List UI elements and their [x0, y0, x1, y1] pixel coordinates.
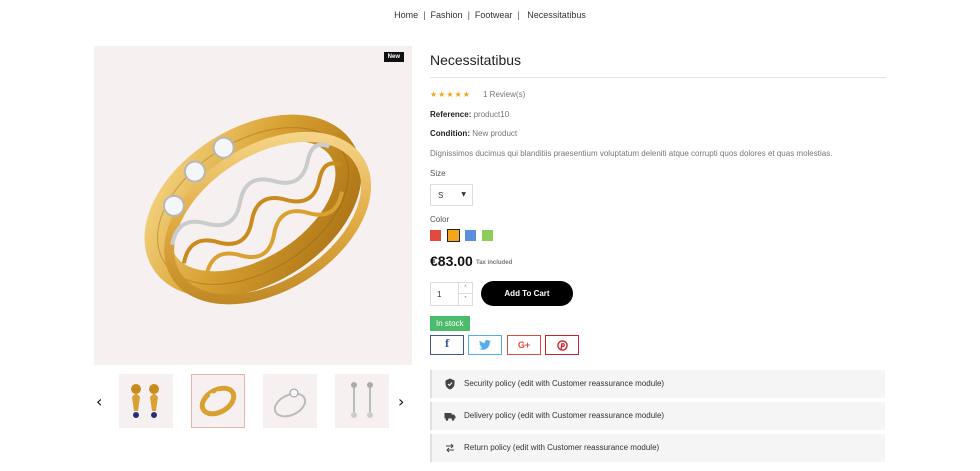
breadcrumb-separator: |	[423, 10, 426, 20]
color-label: Color	[430, 215, 450, 224]
chevron-left-icon[interactable]: ‹	[96, 392, 102, 411]
reassurance-text: Delivery policy (edit with Customer reas…	[464, 411, 665, 420]
reference-label: Reference:	[430, 110, 472, 119]
breadcrumb: Home | Fashion | Footwear | Necessitatibus	[0, 10, 980, 20]
earrings-icon	[351, 382, 373, 418]
breadcrumb-current: Necessitatibus	[527, 10, 586, 20]
color-swatch-red[interactable]	[430, 230, 441, 241]
pinterest-icon	[556, 340, 568, 351]
new-badge: New	[383, 52, 404, 62]
truck-icon	[444, 413, 456, 421]
review-count[interactable]: 1 Review(s)	[483, 90, 525, 99]
twitter-icon	[479, 340, 491, 350]
reassurance-text: Return policy (edit with Customer reassu…	[464, 443, 660, 452]
size-select[interactable]: S ▼	[430, 184, 473, 206]
googleplus-share-button[interactable]: G+	[507, 335, 541, 355]
product-description: Dignissimos ducimus qui blanditiis praes…	[430, 149, 833, 158]
reassurance-delivery: Delivery policy (edit with Customer reas…	[430, 402, 885, 430]
rating-stars: ★★★★★	[430, 90, 471, 99]
facebook-share-button[interactable]: f	[430, 335, 464, 355]
add-to-cart-button[interactable]: Add To Cart	[481, 281, 573, 306]
shield-icon	[445, 378, 455, 390]
quantity-stepper[interactable]: 1 ˄ ˅	[430, 282, 473, 306]
gold-ring-thumbnail[interactable]	[191, 374, 245, 428]
main-product-image[interactable]: New	[94, 46, 412, 365]
ring-icon	[273, 388, 307, 418]
ring-icon	[199, 385, 237, 417]
stock-badge: In stock	[430, 316, 470, 331]
gold-ring-image	[144, 114, 372, 305]
earrings-icon	[131, 384, 159, 418]
breadcrumb-footwear[interactable]: Footwear	[475, 10, 513, 20]
quantity-value[interactable]: 1	[437, 290, 441, 299]
reference-value: product10	[473, 110, 510, 119]
breadcrumb-separator: |	[517, 10, 520, 20]
reassurance-return: Return policy (edit with Customer reassu…	[430, 434, 885, 462]
caret-down-icon: ▼	[461, 191, 466, 198]
quantity-spinner: ˄ ˅	[458, 283, 472, 305]
earrings-thumbnail[interactable]	[119, 374, 173, 428]
pinterest-share-button[interactable]	[545, 335, 579, 355]
product-condition: Condition: New product	[430, 129, 517, 138]
reassurance-security: Security policy (edit with Customer reas…	[430, 370, 885, 398]
product-price: €83.00	[430, 253, 473, 269]
size-label: Size	[430, 169, 446, 178]
condition-label: Condition:	[430, 129, 470, 138]
chevron-down-icon[interactable]: ˅	[459, 294, 472, 305]
breadcrumb-fashion[interactable]: Fashion	[431, 10, 463, 20]
color-swatch-blue[interactable]	[465, 230, 476, 241]
drop-earrings-thumbnail[interactable]	[335, 374, 389, 428]
twitter-share-button[interactable]	[468, 335, 502, 355]
chevron-right-icon[interactable]: ›	[398, 392, 404, 411]
title-divider	[430, 77, 886, 78]
size-value: S	[438, 191, 444, 200]
arrows-icon	[446, 443, 454, 453]
silver-ring-thumbnail[interactable]	[263, 374, 317, 428]
chevron-up-icon[interactable]: ˄	[459, 283, 472, 294]
tax-label: Tax included	[476, 260, 513, 266]
product-title: Necessitatibus	[430, 52, 522, 68]
reassurance-text: Security policy (edit with Customer reas…	[464, 379, 665, 388]
color-swatch-orange[interactable]	[447, 229, 460, 242]
thumbnail-carousel: ‹ ›	[94, 374, 412, 430]
breadcrumb-separator: |	[467, 10, 470, 20]
breadcrumb-home[interactable]: Home	[394, 10, 418, 20]
product-reference: Reference: product10	[430, 110, 509, 119]
condition-value: New product	[472, 129, 518, 138]
color-swatch-green[interactable]	[482, 230, 493, 241]
